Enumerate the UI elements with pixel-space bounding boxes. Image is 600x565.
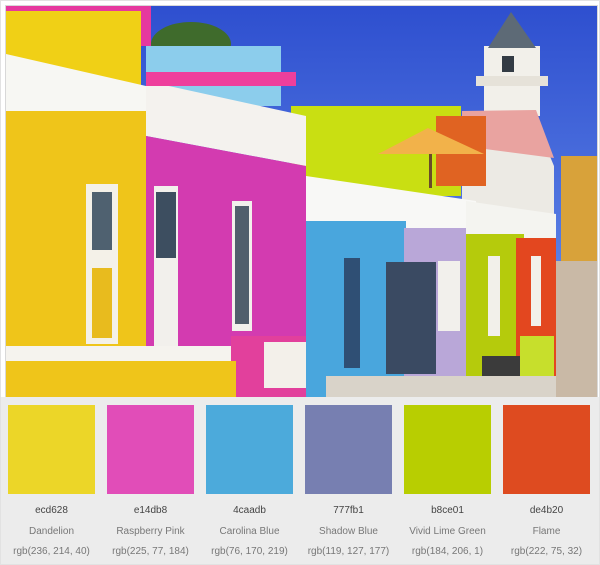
palette-card: ecd628 Dandelion rgb(236, 214, 40) e14db…	[0, 0, 600, 565]
swatch-dandelion[interactable]: ecd628 Dandelion rgb(236, 214, 40)	[2, 397, 101, 564]
color-chip[interactable]	[107, 405, 194, 494]
hex-code: b8ce01	[431, 505, 464, 516]
color-chip[interactable]	[206, 405, 293, 494]
swatch-raspberry-pink[interactable]: e14db8 Raspberry Pink rgb(225, 77, 184)	[101, 397, 200, 564]
hex-code: e14db8	[133, 505, 168, 516]
color-name: Carolina Blue	[219, 526, 280, 537]
swatch-shadow-blue[interactable]: 777fb1 Shadow Blue rgb(119, 127, 177)	[299, 397, 398, 564]
palette-swatches: ecd628 Dandelion rgb(236, 214, 40) e14db…	[1, 397, 599, 564]
swatch-flame[interactable]: de4b20 Flame rgb(222, 75, 32)	[497, 397, 596, 564]
swatch-vivid-lime-green[interactable]: b8ce01 Vivid Lime Green rgb(184, 206, 1)	[398, 397, 497, 564]
color-name: Flame	[532, 526, 561, 537]
rgb-value: rgb(119, 127, 177)	[307, 546, 390, 557]
color-name: Raspberry Pink	[116, 526, 185, 537]
rgb-value: rgb(76, 170, 219)	[211, 546, 288, 557]
color-name: Vivid Lime Green	[409, 526, 486, 537]
color-name: Shadow Blue	[319, 526, 378, 537]
hex-code: de4b20	[529, 505, 564, 516]
rgb-value: rgb(184, 206, 1)	[411, 546, 484, 557]
color-name: Dandelion	[28, 526, 75, 537]
houses-photo	[5, 5, 598, 398]
color-chip[interactable]	[8, 405, 95, 494]
hex-code: ecd628	[35, 505, 68, 516]
rgb-value: rgb(236, 214, 40)	[13, 546, 90, 557]
color-chip[interactable]	[305, 405, 392, 494]
swatch-carolina-blue[interactable]: 4caadb Carolina Blue rgb(76, 170, 219)	[200, 397, 299, 564]
color-chip[interactable]	[503, 405, 590, 494]
rgb-value: rgb(222, 75, 32)	[510, 546, 583, 557]
hex-code: 4caadb	[233, 505, 266, 516]
hex-code: 777fb1	[333, 505, 364, 516]
color-chip[interactable]	[404, 405, 491, 494]
rgb-value: rgb(225, 77, 184)	[112, 546, 189, 557]
